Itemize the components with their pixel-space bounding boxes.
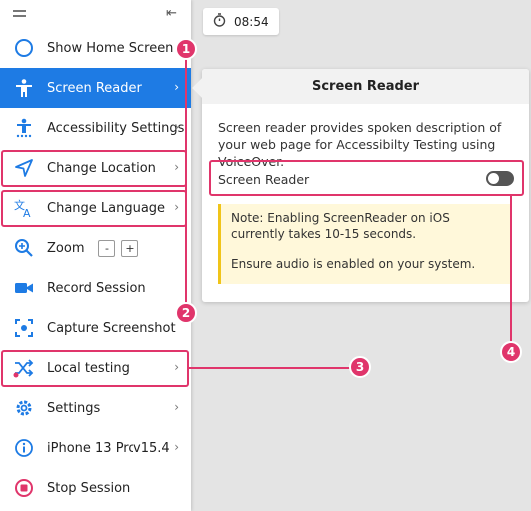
chevron-right-icon: › (174, 440, 179, 454)
highlight-change-language (1, 190, 187, 227)
sidebar-item-label: Record Session (47, 280, 146, 296)
highlight-change-location (1, 150, 187, 187)
annotation-line (510, 196, 512, 351)
chevron-right-icon: › (174, 400, 179, 414)
zoom-out-button[interactable]: - (98, 239, 116, 257)
timer-value: 08:54 (234, 14, 269, 29)
zoom-icon (0, 238, 47, 258)
annotation-line (188, 367, 360, 369)
stop-icon (0, 478, 47, 498)
sidebar-item-device-info[interactable]: iPhone 13 Pro v15.4 › (0, 428, 191, 468)
note-text-audio: Ensure audio is enabled on your system. (231, 257, 476, 271)
annotation-badge-2: 2 (175, 302, 197, 324)
accessibility-person-icon (0, 78, 47, 98)
zoom-in-button[interactable]: + (121, 239, 139, 257)
annotation-line (185, 58, 187, 313)
sidebar-item-label: Capture Screenshot (47, 320, 176, 336)
sidebar-item-label: Screen Reader (47, 80, 142, 96)
device-version: v15.4 (133, 440, 170, 456)
note-text: Note: Enabling ScreenReader on iOS curre… (231, 211, 450, 241)
chevron-right-icon: › (174, 80, 179, 94)
session-timer: 08:54 (203, 8, 279, 35)
highlight-screen-reader-toggle (209, 160, 524, 196)
sidebar-item-capture-screenshot[interactable]: Capture Screenshot (0, 308, 191, 348)
sidebar-header: ⇤ (0, 0, 191, 28)
stopwatch-icon (213, 13, 226, 30)
sidebar-item-stop-session[interactable]: Stop Session (0, 468, 191, 508)
sidebar-item-label: Settings (47, 400, 101, 416)
sidebar-item-label: Show Home Screen (47, 40, 174, 56)
collapse-sidebar-icon[interactable]: ⇤ (166, 6, 177, 21)
chevron-right-icon: › (174, 120, 179, 134)
sidebar-item-screen-reader[interactable]: Screen Reader › (0, 68, 191, 108)
hamburger-menu-icon[interactable] (13, 10, 26, 20)
annotation-badge-3: 3 (349, 356, 371, 378)
info-icon (0, 438, 47, 458)
device-name: iPhone 13 Pro (47, 440, 133, 456)
highlight-local-testing (1, 350, 189, 387)
annotation-badge-4: 4 (500, 341, 522, 363)
sidebar-item-accessibility-settings[interactable]: Accessibility Settings › (0, 108, 191, 148)
sidebar-item-show-home-screen[interactable]: Show Home Screen (0, 28, 191, 68)
gear-icon (0, 398, 47, 418)
circle-icon (0, 38, 47, 58)
sidebar: ⇤ Show Home Screen Screen Reader › Acces… (0, 0, 191, 511)
popover-title: Screen Reader (202, 69, 529, 104)
sidebar-item-label: Accessibility Settings (47, 120, 185, 136)
sidebar-item-label: Stop Session (47, 480, 131, 496)
sidebar-item-zoom: Zoom - + (0, 228, 191, 268)
accessibility-settings-icon (0, 118, 47, 138)
sidebar-item-settings[interactable]: Settings › (0, 388, 191, 428)
sidebar-item-record-session[interactable]: Record Session (0, 268, 191, 308)
sidebar-item-label: Zoom (47, 240, 85, 256)
note-box: Note: Enabling ScreenReader on iOS curre… (218, 204, 512, 284)
video-camera-icon (0, 278, 47, 298)
annotation-badge-1: 1 (175, 38, 197, 60)
screenshot-icon (0, 318, 47, 338)
